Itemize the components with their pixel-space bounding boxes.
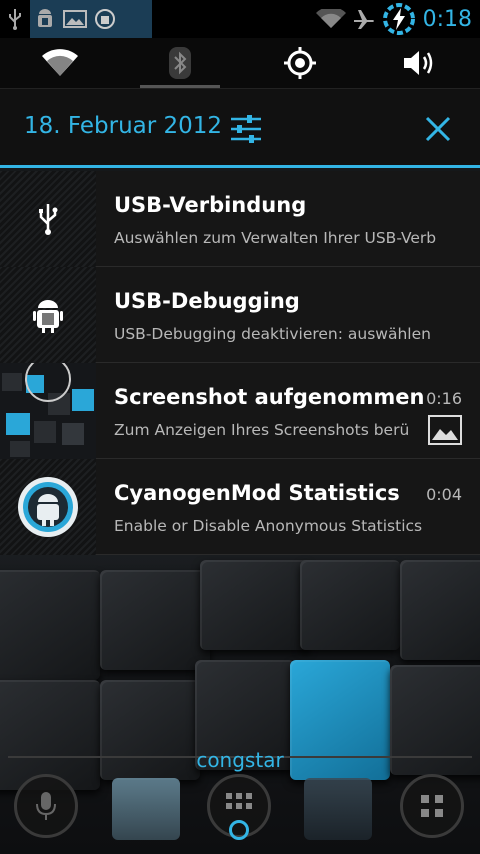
cyanogenmod-icon (0, 459, 96, 555)
wifi-icon (313, 0, 349, 38)
android-debug-icon (30, 0, 60, 38)
close-icon (425, 116, 451, 142)
dock-app-2[interactable] (304, 778, 372, 840)
dock-grid-button[interactable] (400, 774, 464, 838)
notification-title: USB-Debugging (114, 289, 300, 313)
quick-toggles (0, 38, 480, 88)
notification-time: 0:16 (426, 389, 462, 408)
speaker-icon (404, 51, 433, 75)
voice-search-button[interactable] (14, 774, 78, 838)
notification-screenshot[interactable]: Screenshot aufgenommen 0:16 Zum Anzeigen… (0, 363, 480, 459)
gps-icon (284, 47, 316, 79)
notification-text: Auswählen zum Verwalten Ihrer USB-Verb (114, 229, 437, 247)
image-icon (428, 415, 462, 445)
image-icon (60, 0, 90, 38)
notification-text: Zum Anzeigen Ihres Screenshots berü (114, 421, 410, 439)
grid-icon (421, 795, 443, 817)
notification-text: Enable or Disable Anonymous Statistics (114, 517, 423, 535)
app-drawer-icon (226, 793, 252, 809)
toggle-sound[interactable] (360, 38, 480, 88)
dock (0, 770, 480, 854)
airplane-icon (349, 0, 379, 38)
battery-charging-icon (379, 0, 419, 38)
toggle-wifi[interactable] (0, 38, 120, 88)
bluetooth-icon (169, 47, 191, 79)
notification-text: USB-Debugging deaktivieren: auswählen (114, 325, 431, 343)
notification-header: 18. Februar 2012 (0, 88, 480, 168)
usb-icon (0, 171, 96, 267)
notification-list: USB-Verbindung Auswählen zum Verwalten I… (0, 171, 480, 555)
close-button[interactable] (418, 109, 458, 149)
notification-title: CyanogenMod Statistics (114, 481, 400, 505)
usb-icon (0, 0, 30, 38)
toggle-gps[interactable] (240, 38, 360, 88)
date-label: 18. Februar 2012 (24, 113, 223, 139)
microphone-icon (36, 792, 56, 820)
notification-cyanogenmod[interactable]: CyanogenMod Statistics 0:04 Enable or Di… (0, 459, 480, 555)
notification-time: 0:04 (426, 485, 462, 504)
dock-app-1[interactable] (112, 778, 180, 840)
home-indicator[interactable] (229, 820, 249, 840)
clock: 0:18 (422, 6, 472, 32)
settings-sliders-icon (231, 115, 261, 143)
status-bar: 0:18 (0, 0, 480, 38)
cyanogenmod-icon (90, 0, 120, 38)
wifi-icon (42, 49, 78, 76)
settings-button[interactable] (226, 109, 266, 149)
carrier-label: congstar (196, 748, 284, 772)
screenshot-thumbnail (0, 363, 96, 459)
toggle-bluetooth[interactable] (120, 38, 240, 88)
notification-usb-connection[interactable]: USB-Verbindung Auswählen zum Verwalten I… (0, 171, 480, 267)
notification-usb-debugging[interactable]: USB-Debugging USB-Debugging deaktivieren… (0, 267, 480, 363)
notification-title: Screenshot aufgenommen (114, 385, 425, 409)
notification-title: USB-Verbindung (114, 193, 307, 217)
android-debug-icon (0, 267, 96, 363)
